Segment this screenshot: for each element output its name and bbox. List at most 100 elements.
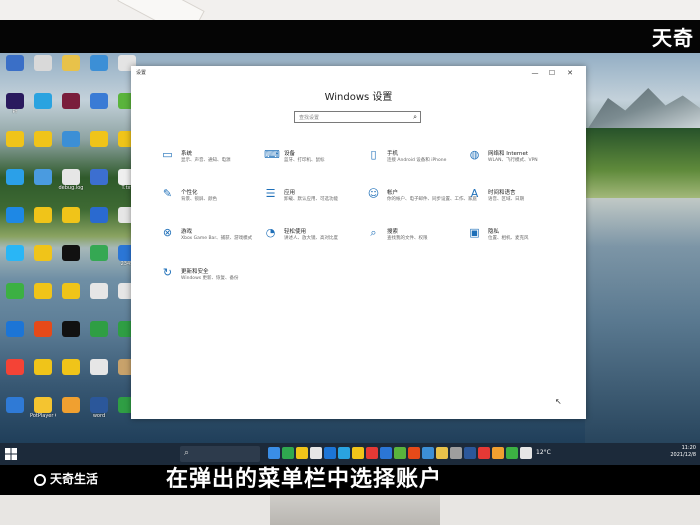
taskbar-app-icon[interactable] bbox=[450, 447, 462, 459]
settings-tile-7[interactable]: A 时间和语言 语音、区域、日期 bbox=[468, 187, 568, 219]
desktop-icon[interactable] bbox=[30, 245, 56, 261]
taskbar-app-icon[interactable] bbox=[492, 447, 504, 459]
close-button[interactable]: ✕ bbox=[563, 67, 577, 79]
desktop-icon[interactable] bbox=[58, 131, 84, 147]
desktop-icon[interactable] bbox=[58, 207, 84, 223]
desktop-icon[interactable] bbox=[58, 321, 84, 337]
desktop-icon[interactable] bbox=[2, 55, 28, 71]
desktop-icon[interactable] bbox=[2, 321, 28, 337]
top-frame bbox=[0, 0, 700, 40]
desktop-icon[interactable] bbox=[86, 245, 112, 261]
monitor-bezel bbox=[0, 20, 700, 53]
desktop-icon[interactable] bbox=[58, 397, 84, 413]
taskbar-app-icon[interactable] bbox=[324, 447, 336, 459]
settings-tile-12[interactable]: ↻ 更新和安全 Windows 更新、恢复、备份 bbox=[161, 266, 261, 298]
taskbar-app-icon[interactable] bbox=[268, 447, 280, 459]
settings-tile-9[interactable]: ◔ 轻松使用 讲述人、放大镜、高对比度 bbox=[264, 226, 364, 258]
desktop-icon-label: PotPlayer 64 bbox=[30, 413, 56, 419]
taskbar-app-icon[interactable] bbox=[282, 447, 294, 459]
desktop-icon[interactable] bbox=[86, 359, 112, 375]
taskbar-app-icon[interactable] bbox=[408, 447, 420, 459]
desktop-icon[interactable] bbox=[30, 169, 56, 185]
settings-search-input[interactable]: 查找设置 ⌕ bbox=[294, 111, 421, 123]
app-icon bbox=[62, 55, 80, 71]
tile-description: 位置、相机、麦克风 bbox=[488, 236, 529, 241]
desktop-icon[interactable]: PotPlayer 64 bbox=[30, 397, 56, 419]
desktop-icon[interactable] bbox=[30, 321, 56, 337]
tile-description: 语音、区域、日期 bbox=[488, 197, 524, 202]
taskbar-search[interactable]: ⌕ bbox=[180, 446, 260, 462]
taskbar-app-icon[interactable] bbox=[338, 447, 350, 459]
taskbar-app-icon[interactable] bbox=[380, 447, 392, 459]
taskbar-app-icon[interactable] bbox=[520, 447, 532, 459]
settings-tile-0[interactable]: ▭ 系统 显示、声音、通知、电源 bbox=[161, 148, 261, 180]
brand-watermark: 天奇 bbox=[652, 26, 694, 50]
tile-description: Xbox Game Bar、捕获、游戏模式 bbox=[181, 236, 253, 241]
desktop-icon[interactable] bbox=[2, 131, 28, 147]
desktop-icon[interactable] bbox=[30, 283, 56, 299]
app-icon bbox=[34, 283, 52, 299]
weather-widget[interactable]: 12°C bbox=[536, 449, 551, 456]
minimize-button[interactable]: — bbox=[528, 67, 542, 79]
desktop-icon[interactable] bbox=[86, 321, 112, 337]
desktop-icon[interactable]: word bbox=[86, 397, 112, 419]
settings-tile-1[interactable]: ⌨ 设备 蓝牙、打印机、鼠标 bbox=[264, 148, 364, 180]
desktop-icon[interactable] bbox=[58, 245, 84, 261]
desktop-icon[interactable] bbox=[58, 283, 84, 299]
desktop-icon[interactable] bbox=[58, 359, 84, 375]
settings-tile-8[interactable]: ⊗ 游戏 Xbox Game Bar、捕获、游戏模式 bbox=[161, 226, 261, 258]
system-clock[interactable]: 11:20 2021/12/8 bbox=[670, 445, 696, 459]
settings-tile-4[interactable]: ✎ 个性化 背景、锁屏、颜色 bbox=[161, 187, 261, 219]
taskbar-app-icon[interactable] bbox=[506, 447, 518, 459]
windows-start-icon[interactable] bbox=[5, 448, 17, 460]
taskbar-app-icon[interactable] bbox=[422, 447, 434, 459]
taskbar-app-icon[interactable] bbox=[310, 447, 322, 459]
desktop-icon[interactable] bbox=[30, 207, 56, 223]
settings-tile-5[interactable]: ☰ 应用 卸载、默认应用、可选功能 bbox=[264, 187, 364, 219]
logo-ring-icon bbox=[34, 473, 46, 486]
app-icon bbox=[90, 55, 108, 71]
desktop-icon[interactable] bbox=[2, 207, 28, 223]
desktop-icon[interactable] bbox=[2, 169, 28, 185]
taskbar-app-icon[interactable] bbox=[478, 447, 490, 459]
app-icon bbox=[62, 131, 80, 147]
window-title: 设置 bbox=[136, 70, 147, 76]
taskbar-app-icon[interactable] bbox=[464, 447, 476, 459]
window-titlebar[interactable]: 设置 — ☐ ✕ bbox=[131, 66, 586, 80]
desktop-icon[interactable]: debug.log bbox=[58, 169, 84, 191]
taskbar-app-icon[interactable] bbox=[366, 447, 378, 459]
app-icon bbox=[6, 207, 24, 223]
desktop-icon[interactable] bbox=[30, 131, 56, 147]
desktop-icon[interactable] bbox=[58, 93, 84, 109]
desktop-icon[interactable] bbox=[2, 283, 28, 299]
settings-tile-3[interactable]: ◍ 网络和 Internet WLAN、飞行模式、VPN bbox=[468, 148, 568, 180]
desktop-icon[interactable] bbox=[86, 207, 112, 223]
app-icon bbox=[62, 397, 80, 413]
xbox-icon: ⊗ bbox=[162, 226, 173, 239]
desktop-icon[interactable] bbox=[30, 55, 56, 71]
settings-tile-10[interactable]: ⌕ 搜索 查找我的文件、权限 bbox=[367, 226, 467, 258]
desktop-icon[interactable] bbox=[2, 397, 28, 413]
taskbar-app-icon[interactable] bbox=[436, 447, 448, 459]
app-icon bbox=[34, 321, 52, 337]
desktop-icon[interactable] bbox=[2, 359, 28, 375]
desktop-icon[interactable] bbox=[86, 55, 112, 71]
desktop-icon[interactable] bbox=[86, 131, 112, 147]
logo-text: 天奇生活 bbox=[50, 472, 99, 486]
desktop-icon[interactable] bbox=[2, 245, 28, 261]
desktop-icon[interactable] bbox=[30, 359, 56, 375]
desktop-icon[interactable] bbox=[30, 93, 56, 109]
taskbar-app-icon[interactable] bbox=[394, 447, 406, 459]
language-icon: A bbox=[470, 187, 479, 200]
settings-tile-11[interactable]: ▣ 隐私 位置、相机、麦克风 bbox=[468, 226, 568, 258]
desktop-icon[interactable]: Pr bbox=[2, 93, 28, 115]
settings-tile-6[interactable]: ☺ 帐户 你的帐户、电子邮件、同步设置、工作、家庭 bbox=[367, 187, 477, 219]
desktop-icon[interactable] bbox=[86, 169, 112, 185]
settings-tile-2[interactable]: ▯ 手机 连接 Android 设备和 iPhone bbox=[367, 148, 467, 180]
taskbar-app-icon[interactable] bbox=[296, 447, 308, 459]
desktop-icon[interactable] bbox=[58, 55, 84, 71]
desktop-icon[interactable] bbox=[86, 93, 112, 109]
maximize-button[interactable]: ☐ bbox=[545, 67, 559, 79]
taskbar-app-icon[interactable] bbox=[352, 447, 364, 459]
desktop-icon[interactable] bbox=[86, 283, 112, 299]
